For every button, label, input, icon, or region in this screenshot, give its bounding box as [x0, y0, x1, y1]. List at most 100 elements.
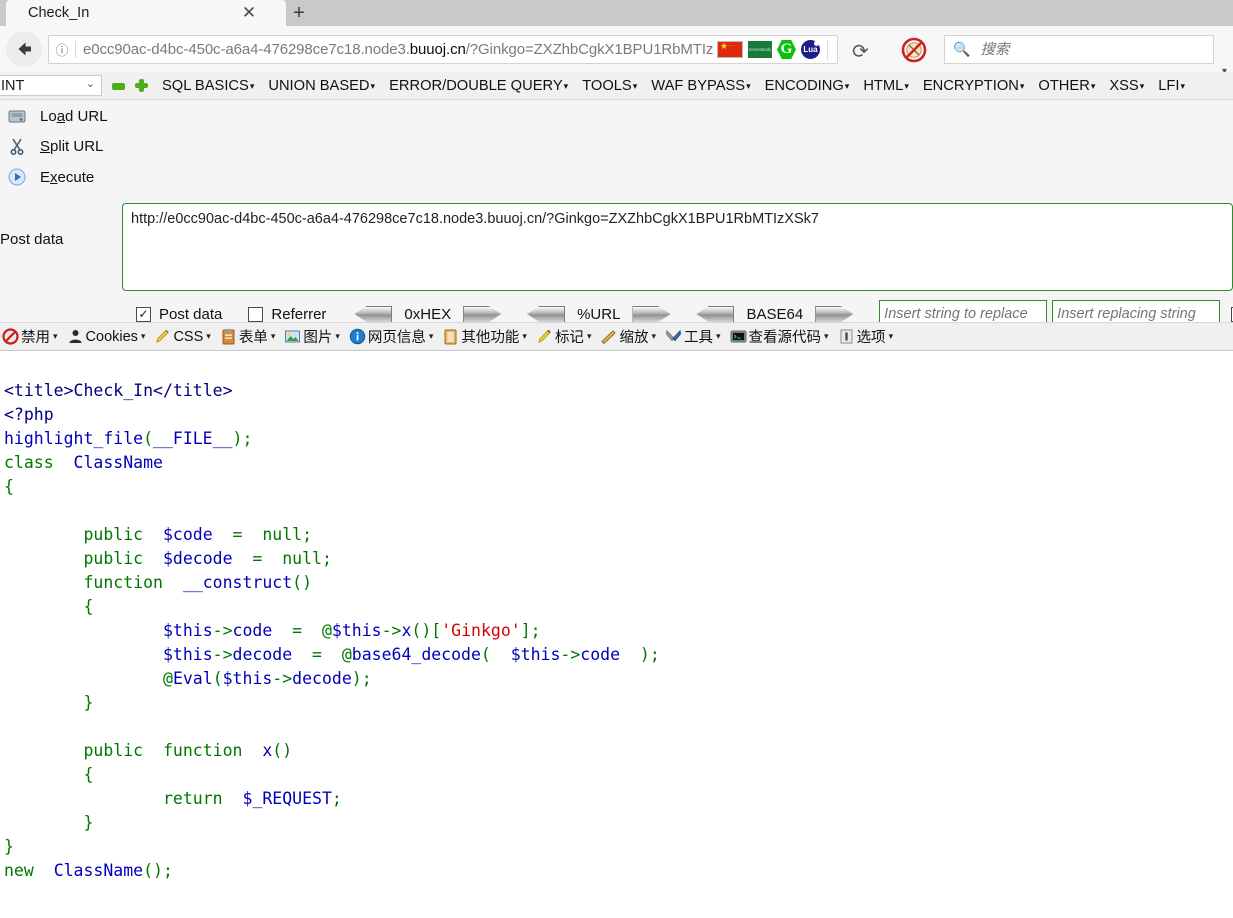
base64-encoder-label: BASE64	[746, 305, 804, 323]
hackbar-menu-lfi[interactable]: LFI▾	[1158, 78, 1185, 94]
hackbar-menu-xss[interactable]: XSS▾	[1109, 78, 1144, 94]
caret-icon: ▾	[140, 331, 146, 341]
browser-tab-active[interactable]: Check_In ✕	[6, 0, 286, 26]
menu-label: OTHER	[1038, 77, 1090, 94]
web-developer-toolbar: 禁用 ▾ Cookies ▾ CSS ▾ 表单 ▾ 图片 ▾ 网页信息 ▾ 其他…	[0, 322, 1233, 351]
url-prefix: e0cc90ac-d4bc-450c-a6a4-476298ce7c18.nod…	[83, 41, 410, 58]
close-icon[interactable]: ✕	[240, 4, 258, 22]
tab-title: Check_In	[28, 5, 90, 21]
webdev-miscellaneous[interactable]: 其他功能 ▾	[442, 326, 527, 347]
greasemonkey-icon[interactable]: G	[777, 40, 796, 59]
webdev-cookies[interactable]: Cookies ▾	[67, 328, 146, 345]
referrer-checkbox[interactable]	[248, 306, 264, 322]
cookies-icon	[67, 328, 84, 345]
webdev-options-label: 选项	[856, 330, 886, 346]
hackbar-menu-union-based[interactable]: UNION BASED▾	[268, 78, 375, 94]
hackbar-menu-html[interactable]: HTML▾	[863, 78, 909, 94]
load-url-button[interactable]: Load URL	[8, 105, 108, 127]
url-bar[interactable]: ⓘ e0cc90ac-d4bc-450c-a6a4-476298ce7c18.n…	[48, 35, 838, 64]
webdev-forms[interactable]: 表单 ▾	[220, 326, 275, 347]
webdev-information-label: 网页信息	[367, 330, 426, 346]
base64-decode-button[interactable]	[696, 305, 735, 323]
caret-icon: ▾	[428, 331, 434, 341]
post-data-checkbox[interactable]: ✓	[136, 306, 151, 322]
php-source-listing: <title>Check_In</title> <?php highlight_…	[4, 380, 660, 880]
hex-encoder-label: 0xHEX	[404, 305, 452, 323]
caret-icon: ▾	[632, 80, 638, 91]
webdev-images[interactable]: 图片 ▾	[284, 326, 340, 347]
hackbar-menu-sql-basics[interactable]: SQL BASICS▾	[162, 78, 254, 94]
url-encode-button[interactable]	[632, 305, 671, 323]
menu-label: SQL BASICS	[162, 77, 249, 94]
disable-icon	[2, 328, 19, 345]
hex-decode-button[interactable]	[354, 305, 393, 323]
tools-icon	[665, 328, 682, 345]
split-url-label: Split URL	[40, 137, 104, 155]
menu-label: ENCODING	[764, 77, 844, 94]
hackbar-type-select[interactable]: INT ⌄	[0, 75, 102, 96]
webdev-disable[interactable]: 禁用 ▾	[2, 326, 58, 347]
chevron-down-icon: ⌄	[85, 78, 95, 90]
noscript-icon[interactable]	[900, 36, 928, 64]
lua-icon[interactable]: Lua	[801, 40, 820, 59]
webdev-options[interactable]: 选项 ▾	[838, 326, 893, 347]
menu-label: UNION BASED	[268, 77, 370, 94]
browser-navigation-bar: ⓘ e0cc90ac-d4bc-450c-a6a4-476298ce7c18.n…	[0, 26, 1233, 77]
menu-label: LFI	[1158, 77, 1180, 94]
webdev-css-label: CSS	[173, 328, 204, 345]
caret-icon: ▾	[904, 80, 909, 91]
webdev-resize[interactable]: 缩放 ▾	[600, 326, 656, 347]
caret-icon: ▾	[716, 331, 721, 341]
execute-label: Execute	[40, 168, 95, 186]
hackbar-panel: Load URL Split URL Execute Post data htt…	[0, 100, 1233, 416]
execute-button[interactable]: Execute	[8, 166, 94, 188]
hackbar-add-icon[interactable]	[135, 79, 148, 92]
base64-encode-button[interactable]	[815, 305, 854, 323]
page-info-icon[interactable]: ⓘ	[49, 40, 75, 59]
hackbar-menu-waf-bypass[interactable]: WAF BYPASS▾	[651, 78, 750, 94]
referrer-checkbox-group[interactable]: Referrer	[248, 306, 326, 323]
menu-label: WAF BYPASS	[651, 77, 746, 94]
caret-icon: ▾	[746, 80, 751, 91]
hackbar-menu-encoding[interactable]: ENCODING▾	[765, 78, 850, 94]
caret-icon: ▾	[522, 331, 527, 341]
images-icon	[284, 328, 301, 345]
search-bar[interactable]: 🔍	[944, 35, 1214, 64]
hackbar-menu-tools[interactable]: TOOLS▾	[582, 78, 637, 94]
hackbar-menu-error-double-query[interactable]: ERROR/DOUBLE QUERY▾	[389, 78, 568, 94]
webdev-information[interactable]: 网页信息 ▾	[349, 326, 434, 347]
view-source-icon	[730, 328, 747, 345]
page-content: <title>Check_In</title> <?php highlight_…	[0, 351, 1233, 918]
webdev-outline[interactable]: 标记 ▾	[536, 326, 591, 347]
hackbar-menu-other[interactable]: OTHER▾	[1038, 78, 1095, 94]
hackbar-remove-icon[interactable]	[112, 82, 125, 90]
caret-icon: ▾	[249, 80, 255, 91]
menu-label: XSS	[1109, 77, 1139, 94]
webdev-tools[interactable]: 工具 ▾	[665, 326, 721, 347]
split-url-button[interactable]: Split URL	[8, 135, 103, 157]
url-textarea[interactable]: http://e0cc90ac-d4bc-450c-a6a4-476298ce7…	[122, 203, 1233, 291]
caret-icon: ▾	[651, 331, 656, 341]
url-extension-icons: GreenBody G Lua	[713, 39, 837, 60]
url-encoder-group: %URL	[527, 305, 671, 323]
new-tab-icon[interactable]: +	[288, 3, 310, 25]
post-data-checkbox-group[interactable]: ✓ Post data	[136, 306, 222, 323]
base64-encoder-group: BASE64	[696, 305, 854, 323]
webdev-css[interactable]: CSS ▾	[154, 328, 211, 345]
green-badge-icon[interactable]: GreenBody	[748, 41, 772, 58]
hackbar-menu-encryption[interactable]: ENCRYPTION▾	[923, 78, 1025, 94]
webdev-view-source[interactable]: 查看源代码 ▾	[730, 326, 829, 347]
post-data-label: Post data	[0, 231, 64, 248]
china-flag-icon[interactable]	[717, 40, 743, 58]
back-arrow-icon[interactable]	[6, 31, 42, 67]
webdev-images-label: 图片	[303, 330, 333, 346]
menu-label: ENCRYPTION	[922, 77, 1019, 94]
reload-icon[interactable]: ⟳	[852, 39, 869, 63]
hex-encoder-group: 0xHEX	[354, 305, 502, 323]
hex-encode-button[interactable]	[463, 305, 502, 323]
css-icon	[154, 328, 171, 345]
url-domain: buuoj.cn	[409, 41, 466, 58]
search-input[interactable]	[978, 40, 1213, 59]
url-decode-button[interactable]	[527, 305, 566, 323]
url-text: e0cc90ac-d4bc-450c-a6a4-476298ce7c18.nod…	[83, 41, 713, 58]
